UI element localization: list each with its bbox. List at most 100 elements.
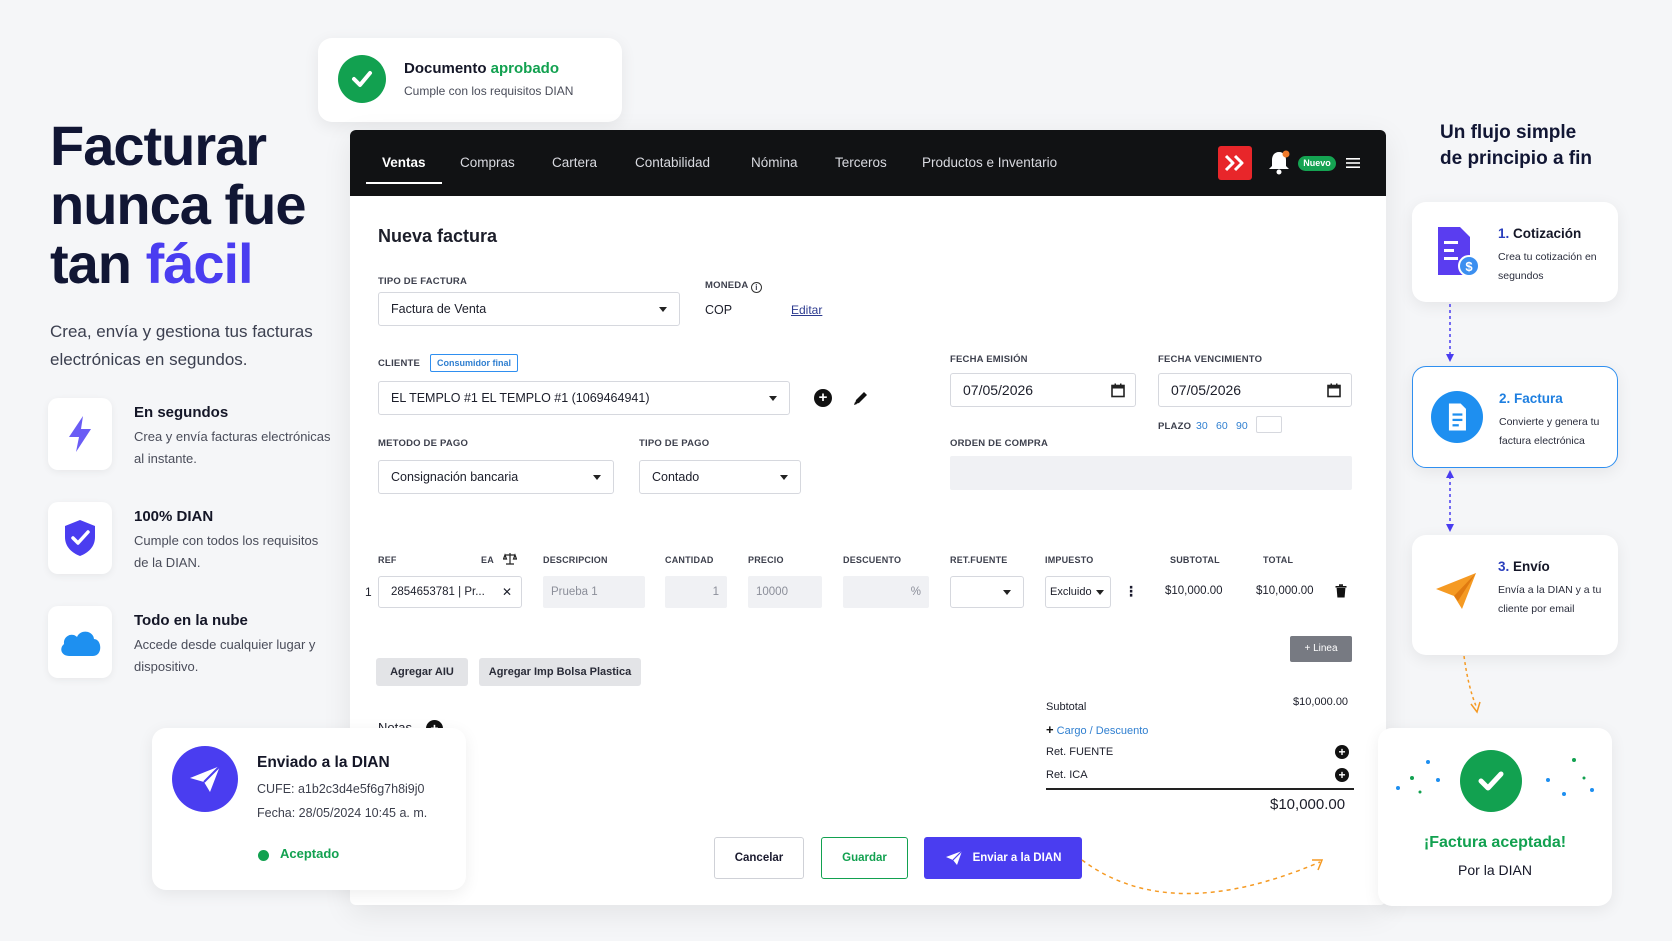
cantidad-input[interactable]: 1	[665, 576, 727, 608]
plus-icon: +	[1046, 722, 1054, 737]
grand-total: $10,000.00	[1270, 796, 1346, 813]
tab-productos-inventario[interactable]: Productos e Inventario	[922, 130, 1057, 196]
check-circle-icon	[338, 55, 386, 103]
send-dian-button[interactable]: Enviar a la DIAN	[924, 837, 1082, 879]
precio-input[interactable]: 10000	[748, 576, 822, 608]
more-options-icon[interactable]: ⋮	[1124, 584, 1138, 598]
plazo-custom-input[interactable]	[1256, 416, 1282, 433]
tab-terceros[interactable]: Terceros	[835, 130, 887, 196]
top-nav: Ventas Compras Cartera Contabilidad Nómi…	[350, 130, 1386, 196]
edit-pencil-icon[interactable]	[852, 389, 870, 412]
cancel-button[interactable]: Cancelar	[714, 837, 804, 879]
app-window: Ventas Compras Cartera Contabilidad Nómi…	[350, 130, 1386, 905]
descuento-input[interactable]: %	[843, 576, 929, 608]
feature-title: En segundos	[134, 404, 229, 421]
svg-text:$: $	[1465, 259, 1473, 274]
check-circle-icon	[1460, 750, 1522, 812]
fecha-emision-input[interactable]: 07/05/2026	[950, 373, 1136, 407]
cliente-label: CLIENTE	[378, 358, 421, 369]
feature-speed: En segundos Crea y envía facturas electr…	[48, 398, 348, 472]
tipo-factura-label: TIPO DE FACTURA	[378, 276, 468, 287]
fecha-emision-label: FECHA EMISIÓN	[950, 354, 1028, 365]
page-title: Nueva factura	[378, 226, 498, 246]
bell-icon[interactable]	[1265, 148, 1293, 176]
ret-fuente-select[interactable]	[950, 576, 1024, 608]
col-ea: EA	[481, 555, 494, 565]
save-button[interactable]: Guardar	[821, 837, 908, 879]
col-descripcion: DESCRIPCION	[543, 555, 608, 565]
add-ret-ica-icon[interactable]: +	[1335, 768, 1349, 782]
calendar-icon[interactable]	[1327, 383, 1341, 401]
approved-badge: Documento aprobado Cumple con los requis…	[318, 38, 622, 122]
impuesto-select[interactable]: Excluido	[1045, 576, 1111, 608]
send-flow-arrow	[1081, 859, 1324, 895]
fecha-vencimiento-input[interactable]: 07/05/2026	[1158, 373, 1352, 407]
metodo-pago-label: METODO DE PAGO	[378, 438, 469, 449]
metodo-pago-select[interactable]: Consignación bancaria	[378, 460, 614, 494]
col-ret-fuente: RET.FUENTE	[950, 555, 1008, 565]
col-subtotal: SUBTOTAL	[1170, 555, 1220, 565]
accepted-subtitle: Por la DIAN	[1458, 862, 1532, 878]
confetti-right	[1546, 758, 1594, 796]
chevron-down-icon	[769, 396, 777, 401]
invoice-accepted-card: ¡Factura aceptada! Por la DIAN	[1378, 728, 1612, 906]
add-ret-fuente-icon[interactable]: +	[1335, 745, 1349, 759]
col-precio: PRECIO	[748, 555, 784, 565]
orden-compra-label: ORDEN DE COMPRA	[950, 438, 1049, 449]
hamburger-menu-icon[interactable]	[1346, 152, 1368, 174]
lightning-icon	[48, 398, 112, 470]
paper-plane-icon	[945, 850, 963, 865]
tab-compras[interactable]: Compras	[460, 130, 515, 196]
add-bag-tax-button[interactable]: Agregar Imp Bolsa Plastica	[479, 658, 641, 686]
ref-input[interactable]: 2854653781 | Pr... ✕	[378, 576, 522, 608]
col-descuento: DESCUENTO	[843, 555, 902, 565]
add-line-button[interactable]: + Linea	[1290, 636, 1352, 662]
add-client-icon[interactable]: +	[814, 389, 832, 407]
row-subtotal: $10,000.00	[1165, 585, 1223, 597]
sent-to-dian-card: Enviado a la DIAN CUFE: a1b2c3d4e5f6g7h8…	[152, 728, 466, 890]
add-aiu-button[interactable]: Agregar AIU	[376, 658, 468, 686]
moneda-label: MONEDA i	[705, 280, 762, 293]
paper-plane-icon	[1430, 563, 1482, 619]
edit-currency-link[interactable]: Editar	[791, 303, 822, 317]
sent-cufe: CUFE: a1b2c3d4e5f6g7h8i9j0	[257, 782, 425, 796]
orden-compra-input[interactable]	[950, 456, 1352, 490]
step-title: 2. Factura	[1499, 391, 1563, 406]
shield-check-icon	[48, 502, 112, 574]
plazo-30[interactable]: 30	[1196, 420, 1208, 432]
hero-subtitle: Crea, envía y gestiona tus facturas elec…	[50, 322, 313, 369]
tab-ventas[interactable]: Ventas	[366, 130, 441, 196]
summary-subtotal-label: Subtotal	[1046, 701, 1087, 713]
hero-title-line-3: tan fácil	[50, 232, 254, 295]
brand-logo-icon[interactable]	[1218, 146, 1252, 180]
tab-contabilidad[interactable]: Contabilidad	[635, 130, 710, 196]
status-badge: Aceptado	[280, 846, 340, 861]
cliente-select[interactable]: EL TEMPLO #1 EL TEMPLO #1 (1069464941)	[378, 381, 790, 415]
feature-cloud: Todo en la nube Accede desde cualquier l…	[48, 606, 348, 680]
consumidor-final-tag[interactable]: Consumidor final	[430, 354, 518, 372]
status-dot	[258, 850, 269, 861]
tipo-pago-label: TIPO DE PAGO	[639, 438, 710, 449]
cargo-descuento-link[interactable]: + Cargo / Descuento	[1046, 722, 1148, 737]
flow-title: Un flujo simple de principio a fin	[1440, 122, 1593, 169]
plazo-label: PLAZO	[1158, 421, 1192, 432]
step-title: 3. Envío	[1498, 559, 1550, 574]
calendar-icon[interactable]	[1111, 383, 1125, 401]
tipo-factura-select[interactable]: Factura de Venta	[378, 292, 680, 326]
sent-title: Enviado a la DIAN	[257, 754, 390, 771]
plazo-60[interactable]: 60	[1216, 420, 1228, 432]
approved-subtitle: Cumple con los requisitos DIAN	[404, 84, 574, 98]
tab-nomina[interactable]: Nómina	[751, 130, 798, 196]
tab-cartera[interactable]: Cartera	[552, 130, 597, 196]
clear-x-icon[interactable]: ✕	[502, 585, 512, 599]
flow-arrow-2	[1446, 470, 1454, 532]
plazo-90[interactable]: 90	[1236, 420, 1248, 432]
tipo-pago-select[interactable]: Contado	[639, 460, 801, 494]
step-desc: Envía a la DIAN y a tu cliente por email	[1498, 584, 1602, 615]
trash-icon[interactable]	[1335, 584, 1347, 603]
feature-title: 100% DIAN	[134, 508, 214, 525]
descripcion-input[interactable]: Prueba 1	[543, 576, 645, 608]
flow-arrow-3	[1463, 656, 1481, 714]
step-title: 1. Cotización	[1498, 226, 1582, 241]
scale-icon	[502, 552, 518, 570]
